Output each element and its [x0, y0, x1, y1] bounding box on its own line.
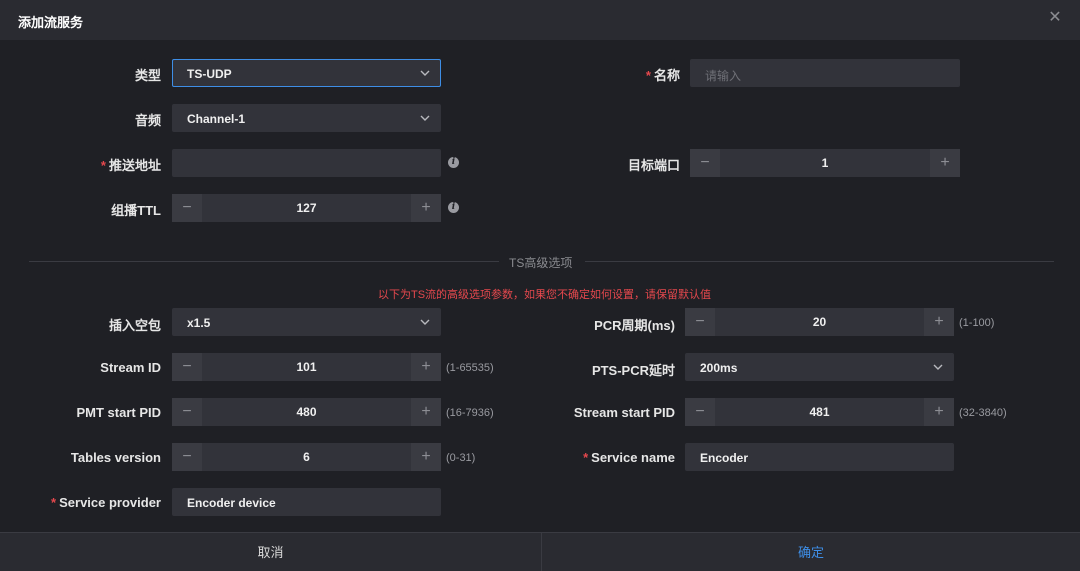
- name-label: * 名称: [600, 65, 680, 84]
- pmt-start-pid-decrement-button[interactable]: −: [172, 398, 202, 426]
- section-title: TS高级选项: [509, 256, 573, 270]
- multicast-ttl-label: 组播TTL: [111, 203, 161, 218]
- tables-version-value[interactable]: 6: [202, 450, 411, 464]
- tables-version-label: Tables version: [70, 450, 161, 465]
- confirm-button[interactable]: 确定: [542, 533, 1080, 571]
- pts-pcr-delay-label: PTS-PCR延时: [591, 363, 675, 378]
- stream-id-stepper: − 101 +: [172, 353, 441, 381]
- multicast-ttl-decrement-button[interactable]: −: [172, 194, 202, 222]
- type-label: 类型: [134, 68, 161, 83]
- close-icon[interactable]: ✕: [1046, 9, 1064, 27]
- name-label-text: 名称: [653, 68, 680, 83]
- target-port-stepper: − 1 +: [690, 149, 960, 177]
- pts-pcr-delay-value: 200ms: [700, 361, 738, 375]
- multicast-ttl-increment-button[interactable]: +: [411, 194, 441, 222]
- stream-id-range-hint: (1-65535): [446, 362, 494, 374]
- pmt-start-pid-range-hint: (16-7936): [446, 407, 494, 419]
- service-provider-value: Encoder device: [187, 496, 276, 510]
- tables-version-decrement-button[interactable]: −: [172, 443, 202, 471]
- service-name-label: * Service name: [540, 450, 675, 465]
- pcr-period-increment-button[interactable]: +: [924, 308, 954, 336]
- service-provider-input[interactable]: Encoder device: [172, 488, 441, 516]
- push-address-label-text: 推送地址: [108, 158, 161, 173]
- chevron-down-icon: [933, 364, 943, 370]
- pmt-start-pid-label: PMT start PID: [76, 405, 161, 420]
- pcr-period-range-hint: (1-100): [959, 317, 995, 329]
- cancel-button[interactable]: 取消: [0, 533, 541, 571]
- name-input[interactable]: 请输入: [690, 59, 960, 87]
- multicast-ttl-value[interactable]: 127: [202, 201, 411, 215]
- null-packet-select[interactable]: x1.5: [172, 308, 441, 336]
- section-divider-right: [585, 261, 1054, 262]
- info-icon[interactable]: i: [448, 202, 459, 213]
- multicast-ttl-stepper: − 127 +: [172, 194, 441, 222]
- dialog-title: 添加流服务: [18, 15, 84, 30]
- chevron-down-icon: [420, 319, 430, 325]
- tables-version-range-hint: (0-31): [446, 452, 476, 464]
- null-packet-value: x1.5: [187, 316, 211, 330]
- pcr-period-decrement-button[interactable]: −: [685, 308, 715, 336]
- stream-id-increment-button[interactable]: +: [411, 353, 441, 381]
- pcr-period-value[interactable]: 20: [715, 315, 924, 329]
- audio-select[interactable]: Channel-1: [172, 104, 441, 132]
- section-divider-left: [29, 261, 499, 262]
- pts-pcr-delay-select[interactable]: 200ms: [685, 353, 954, 381]
- pmt-start-pid-increment-button[interactable]: +: [411, 398, 441, 426]
- pcr-period-label: PCR周期(ms): [594, 318, 675, 333]
- stream-id-decrement-button[interactable]: −: [172, 353, 202, 381]
- target-port-decrement-button[interactable]: −: [690, 149, 720, 177]
- audio-label: 音频: [134, 113, 161, 128]
- name-input-placeholder: 请输入: [705, 69, 742, 83]
- type-select-value: TS-UDP: [187, 67, 232, 81]
- required-mark: *: [645, 68, 651, 83]
- service-provider-label-text: Service provider: [59, 495, 161, 510]
- stream-start-pid-decrement-button[interactable]: −: [685, 398, 715, 426]
- required-mark: *: [100, 158, 106, 173]
- advanced-warning-text: 以下为TS流的高级选项参数，如果您不确定如何设置，请保留默认值: [378, 289, 712, 301]
- stream-id-label: Stream ID: [100, 360, 161, 375]
- target-port-value[interactable]: 1: [720, 156, 930, 170]
- pmt-start-pid-value[interactable]: 480: [202, 405, 411, 419]
- null-packet-label: 插入空包: [108, 318, 161, 333]
- chevron-down-icon: [420, 70, 430, 76]
- service-name-input[interactable]: Encoder: [685, 443, 954, 471]
- pcr-period-stepper: − 20 +: [685, 308, 954, 336]
- required-mark: *: [51, 495, 57, 510]
- tables-version-stepper: − 6 +: [172, 443, 441, 471]
- stream-start-pid-increment-button[interactable]: +: [924, 398, 954, 426]
- info-icon[interactable]: i: [448, 157, 459, 168]
- required-mark: *: [583, 450, 589, 465]
- chevron-down-icon: [420, 115, 430, 121]
- stream-id-value[interactable]: 101: [202, 360, 411, 374]
- stream-start-pid-stepper: − 481 +: [685, 398, 954, 426]
- push-address-input[interactable]: [172, 149, 441, 177]
- add-stream-service-dialog: 添加流服务 ✕ 类型 TS-UDP * 名称 请输入 音频 Channel-1 *…: [0, 0, 1080, 571]
- service-provider-label: * Service provider: [30, 495, 161, 510]
- stream-start-pid-label: Stream start PID: [573, 405, 675, 420]
- service-name-label-text: Service name: [591, 450, 675, 465]
- dialog-titlebar: 添加流服务 ✕: [0, 0, 1080, 40]
- service-name-value: Encoder: [700, 451, 749, 465]
- type-select[interactable]: TS-UDP: [172, 59, 441, 87]
- stream-start-pid-value[interactable]: 481: [715, 405, 924, 419]
- dialog-footer: 取消 确定: [0, 532, 1080, 571]
- target-port-label: 目标端口: [627, 158, 680, 173]
- push-address-label: * 推送地址: [60, 155, 161, 174]
- tables-version-increment-button[interactable]: +: [411, 443, 441, 471]
- target-port-increment-button[interactable]: +: [930, 149, 960, 177]
- stream-start-pid-range-hint: (32-3840): [959, 407, 1007, 419]
- audio-select-value: Channel-1: [187, 112, 246, 126]
- pmt-start-pid-stepper: − 480 +: [172, 398, 441, 426]
